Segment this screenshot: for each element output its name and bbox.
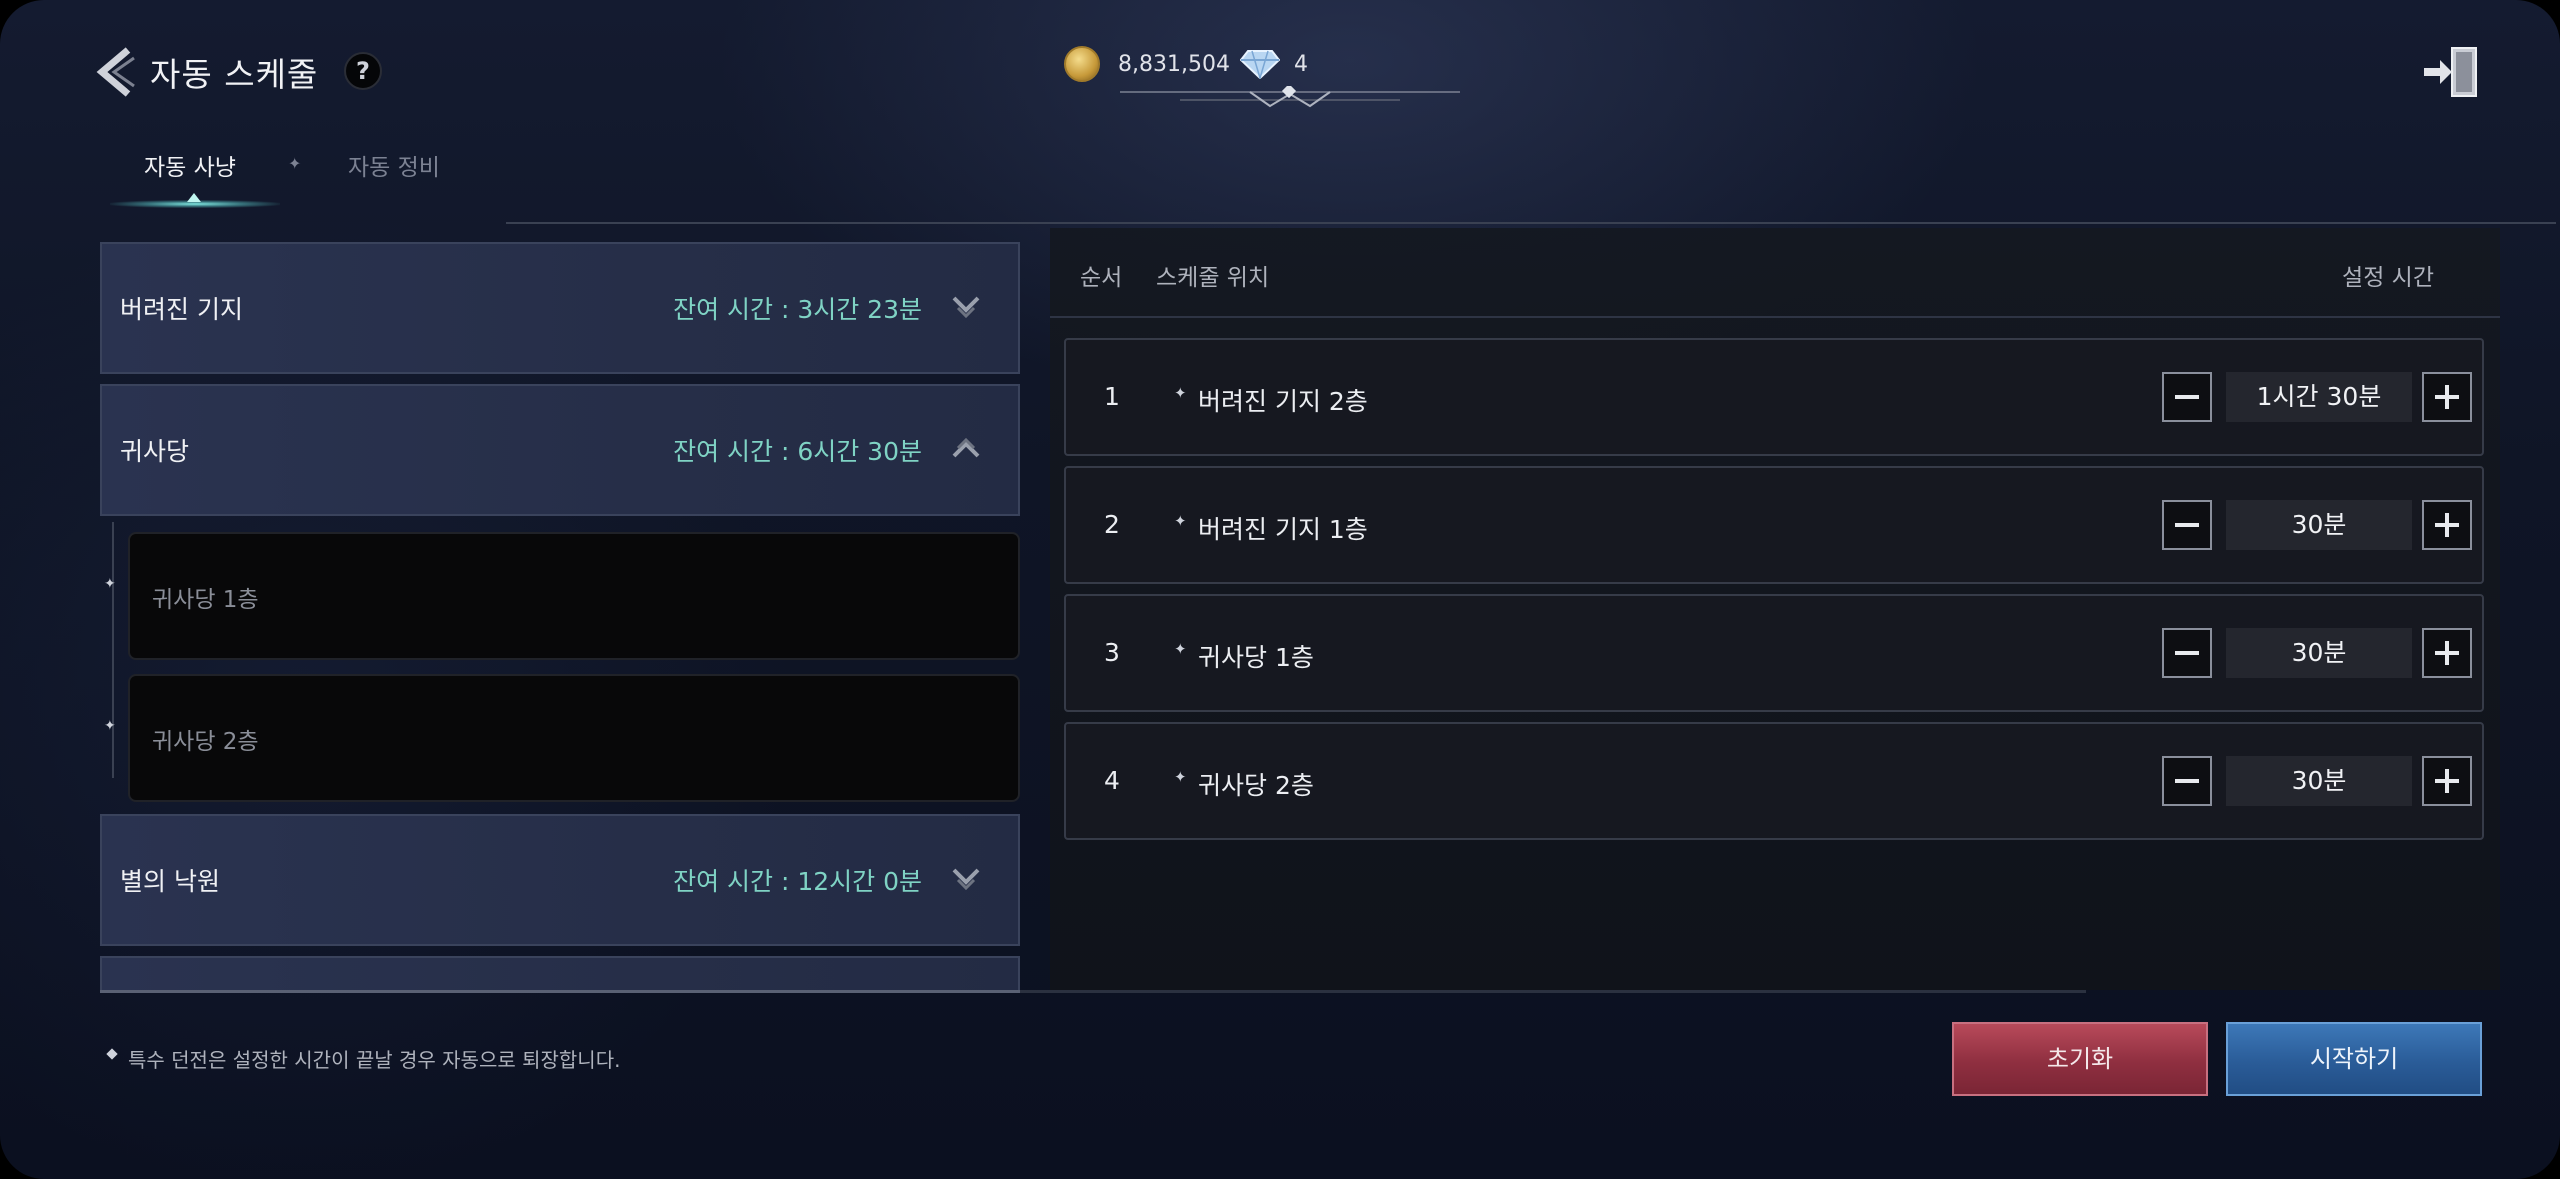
tree-connector: [112, 522, 114, 778]
row-marker-icon: ✦: [1174, 512, 1187, 530]
column-header-time: 설정 시간: [2342, 265, 2434, 291]
diamond-icon: [1240, 50, 1280, 79]
tree-node-icon: ✦: [104, 718, 116, 734]
tab-auto-hunt[interactable]: 자동 사냥: [144, 148, 236, 182]
region-remaining-time: 잔여 시간 : 6시간 30분: [673, 437, 922, 466]
chevron-down-icon[interactable]: [950, 862, 982, 896]
diamond-amount: 4: [1294, 51, 1308, 77]
auto-schedule-screen: 자동 스케줄 ? 8,831,504 4 자동 사냥 ✦ 자동 정비 버려진 기…: [0, 0, 2560, 1179]
region-name: 별의 낙원: [120, 867, 220, 896]
increase-time-button[interactable]: [2422, 500, 2472, 550]
region-name: 귀사당: [120, 437, 190, 466]
region-name: 버려진 기지: [120, 295, 243, 324]
page-title: 자동 스케줄: [150, 55, 319, 94]
region-remaining-time: 잔여 시간 : 3시간 23분: [673, 295, 922, 324]
increase-time-button[interactable]: [2422, 372, 2472, 422]
decrease-time-button[interactable]: [2162, 628, 2212, 678]
tab-separator: ✦: [288, 154, 302, 173]
time-value: 30분: [2226, 756, 2412, 806]
start-button[interactable]: 시작하기: [2226, 1022, 2482, 1096]
diamond-display: 4: [1240, 44, 1308, 84]
column-header-location: 스케줄 위치: [1156, 265, 1270, 291]
gold-amount: 8,831,504: [1118, 51, 1230, 77]
region-item-abandoned-base[interactable]: 버려진 기지 잔여 시간 : 3시간 23분: [100, 242, 1020, 374]
decrease-time-button[interactable]: [2162, 372, 2212, 422]
sub-item-name: 귀사당 1층: [152, 587, 259, 613]
row-location: 버려진 기지 2층: [1198, 387, 1368, 416]
row-order: 3: [1104, 638, 1120, 667]
header-divider: [506, 222, 2556, 224]
help-button[interactable]: ?: [344, 52, 382, 90]
region-item-shrine[interactable]: 귀사당 잔여 시간 : 6시간 30분: [100, 384, 1020, 516]
row-order: 4: [1104, 766, 1120, 795]
time-value: 30분: [2226, 500, 2412, 550]
row-location: 귀사당 2층: [1198, 771, 1314, 800]
row-marker-icon: ✦: [1174, 768, 1187, 786]
header-underline: [1050, 316, 2500, 318]
row-location: 버려진 기지 1층: [1198, 515, 1368, 544]
time-value: 30분: [2226, 628, 2412, 678]
decrease-time-button[interactable]: [2162, 500, 2212, 550]
row-marker-icon: ✦: [1174, 640, 1187, 658]
schedule-row[interactable]: 1 ✦ 버려진 기지 2층 1시간 30분: [1064, 338, 2484, 456]
footer-note: 특수 던전은 설정한 시간이 끝날 경우 자동으로 퇴장합니다.: [128, 1048, 621, 1072]
time-value: 1시간 30분: [2226, 372, 2412, 422]
gold-coin-icon: [1064, 46, 1100, 82]
row-location: 귀사당 1층: [1198, 643, 1314, 672]
scrollbar-thumb[interactable]: [100, 990, 1020, 993]
row-marker-icon: ✦: [1174, 384, 1187, 402]
region-remaining-time: 잔여 시간 : 12시간 0분: [673, 867, 922, 896]
chevron-down-icon[interactable]: [950, 290, 982, 324]
decrease-time-button[interactable]: [2162, 756, 2212, 806]
sub-item-shrine-2f[interactable]: 귀사당 2층: [128, 674, 1020, 802]
back-arrow-icon[interactable]: [92, 44, 140, 100]
ornament-divider: [1120, 86, 1460, 108]
schedule-panel: 순서 스케줄 위치 설정 시간 1 ✦ 버려진 기지 2층 1시간 30분 2 …: [1050, 228, 2500, 990]
column-header-order: 순서: [1080, 265, 1123, 291]
sub-item-name: 귀사당 2층: [152, 729, 259, 755]
region-list[interactable]: 버려진 기지 잔여 시간 : 3시간 23분 귀사당 잔여 시간 : 6시간 3…: [100, 242, 1020, 990]
increase-time-button[interactable]: [2422, 628, 2472, 678]
region-item-next[interactable]: [100, 956, 1020, 990]
chevron-up-icon[interactable]: [950, 432, 982, 466]
schedule-row[interactable]: 3 ✦ 귀사당 1층 30분: [1064, 594, 2484, 712]
schedule-row[interactable]: 4 ✦ 귀사당 2층 30분: [1064, 722, 2484, 840]
note-bullet-icon: [106, 1048, 118, 1060]
row-order: 1: [1104, 382, 1120, 411]
active-tab-indicator-tip: [187, 193, 201, 202]
gold-display: 8,831,504: [1064, 44, 1230, 84]
region-item-star-paradise[interactable]: 별의 낙원 잔여 시간 : 12시간 0분: [100, 814, 1020, 946]
schedule-row[interactable]: 2 ✦ 버려진 기지 1층 30분: [1064, 466, 2484, 584]
tree-node-icon: ✦: [104, 576, 116, 592]
tab-auto-maintenance[interactable]: 자동 정비: [348, 148, 440, 182]
row-order: 2: [1104, 510, 1120, 539]
sub-item-shrine-1f[interactable]: 귀사당 1층: [128, 532, 1020, 660]
reset-button[interactable]: 초기화: [1952, 1022, 2208, 1096]
increase-time-button[interactable]: [2422, 756, 2472, 806]
exit-door-icon[interactable]: [2422, 44, 2482, 100]
